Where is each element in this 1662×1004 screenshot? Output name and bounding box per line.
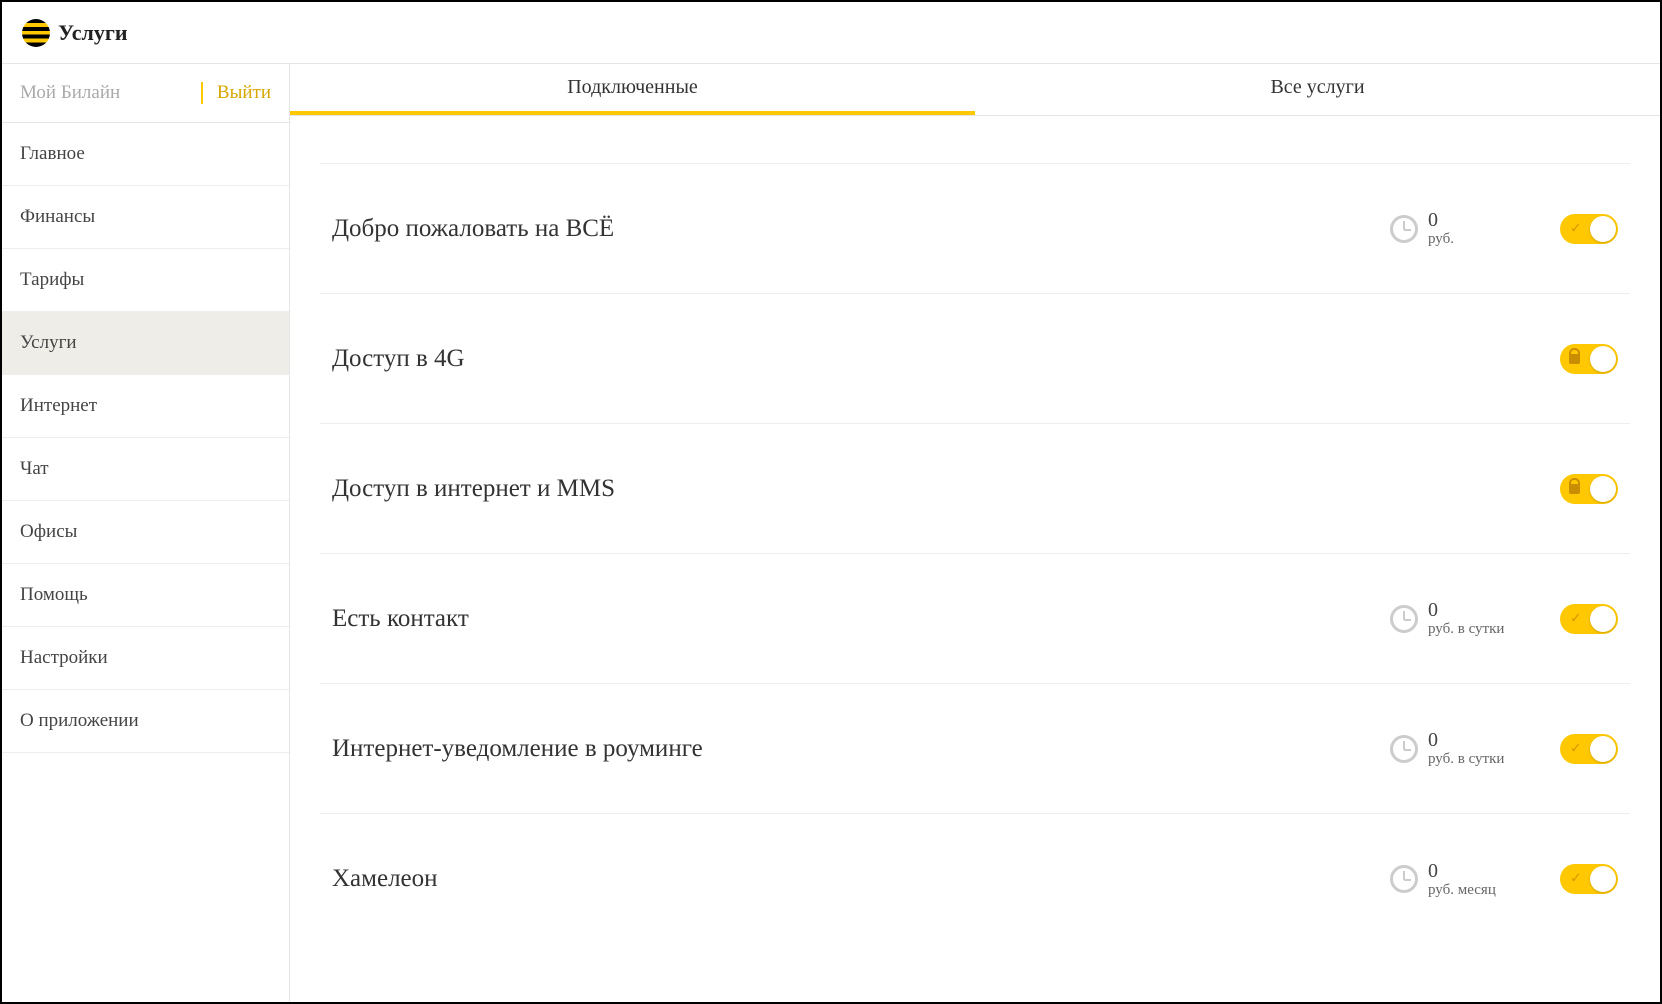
- tab-0[interactable]: Подключенные: [290, 64, 975, 115]
- app-header: Услуги: [2, 2, 1660, 64]
- service-row: Доступ в интернет и MMS: [320, 424, 1630, 554]
- price-block: 0руб. месяц: [1390, 860, 1510, 899]
- service-title[interactable]: Доступ в интернет и MMS: [332, 475, 1390, 503]
- clock-icon: [1390, 605, 1418, 633]
- service-row: Интернет-уведомление в роуминге0руб. в с…: [320, 684, 1630, 814]
- service-title[interactable]: Интернет-уведомление в роуминге: [332, 735, 1390, 763]
- check-icon: ✓: [1570, 220, 1582, 237]
- account-label: Мой Билайн: [20, 82, 120, 104]
- service-row: Доступ в 4G: [320, 294, 1630, 424]
- sidebar-item-9[interactable]: О приложении: [2, 690, 289, 753]
- sidebar-item-4[interactable]: Интернет: [2, 375, 289, 438]
- price-value: 0: [1428, 209, 1454, 231]
- service-row-partial: [320, 116, 1630, 164]
- price-unit: руб. в сутки: [1428, 621, 1504, 638]
- service-row: Хамелеон0руб. месяц✓: [320, 814, 1630, 944]
- clock-icon: [1390, 865, 1418, 893]
- sidebar-item-7[interactable]: Помощь: [2, 564, 289, 627]
- tab-1[interactable]: Все услуги: [975, 64, 1660, 115]
- service-title[interactable]: Есть контакт: [332, 605, 1390, 633]
- check-icon: ✓: [1570, 871, 1582, 888]
- sidebar-account-row: Мой Билайн Выйти: [2, 64, 289, 123]
- lock-icon: [1569, 484, 1580, 494]
- price-block: 0руб. в сутки: [1390, 599, 1510, 638]
- toggle-knob: [1590, 866, 1616, 892]
- service-title[interactable]: Хамелеон: [332, 865, 1390, 893]
- price-unit: руб. в сутки: [1428, 751, 1504, 768]
- service-toggle[interactable]: ✓: [1560, 864, 1618, 894]
- toggle-knob: [1590, 346, 1616, 372]
- services-list: Добро пожаловать на ВСЁ0руб.✓Доступ в 4G…: [290, 116, 1660, 1002]
- service-row: Есть контакт0руб. в сутки✓: [320, 554, 1630, 684]
- toggle-knob: [1590, 736, 1616, 762]
- service-toggle[interactable]: ✓: [1560, 734, 1618, 764]
- sidebar-item-6[interactable]: Офисы: [2, 501, 289, 564]
- toggle-knob: [1590, 606, 1616, 632]
- check-icon: ✓: [1570, 610, 1582, 627]
- service-toggle[interactable]: [1560, 474, 1618, 504]
- beeline-logo-icon: [22, 19, 50, 47]
- toggle-knob: [1590, 216, 1616, 242]
- price-unit: руб.: [1428, 231, 1454, 248]
- price-value: 0: [1428, 599, 1504, 621]
- price-block: 0руб.: [1390, 209, 1510, 248]
- page-title: Услуги: [58, 20, 128, 46]
- price-value: 0: [1428, 860, 1496, 882]
- service-toggle[interactable]: [1560, 344, 1618, 374]
- service-title[interactable]: Добро пожаловать на ВСЁ: [332, 215, 1390, 243]
- sidebar-item-2[interactable]: Тарифы: [2, 249, 289, 312]
- sidebar-item-0[interactable]: Главное: [2, 123, 289, 186]
- toggle-knob: [1590, 476, 1616, 502]
- price-unit: руб. месяц: [1428, 882, 1496, 899]
- sidebar-item-5[interactable]: Чат: [2, 438, 289, 501]
- clock-icon: [1390, 735, 1418, 763]
- price-block: 0руб. в сутки: [1390, 729, 1510, 768]
- service-toggle[interactable]: ✓: [1560, 604, 1618, 634]
- price-value: 0: [1428, 729, 1504, 751]
- logo: Услуги: [22, 19, 128, 47]
- service-row: Добро пожаловать на ВСЁ0руб.✓: [320, 164, 1630, 294]
- sidebar-item-3[interactable]: Услуги: [2, 312, 289, 375]
- service-toggle[interactable]: ✓: [1560, 214, 1618, 244]
- check-icon: ✓: [1570, 740, 1582, 757]
- service-title[interactable]: Доступ в 4G: [332, 345, 1390, 373]
- tabs-bar: ПодключенныеВсе услуги: [290, 64, 1660, 116]
- main-content: ПодключенныеВсе услуги Добро пожаловать …: [290, 64, 1660, 1002]
- sidebar-item-1[interactable]: Финансы: [2, 186, 289, 249]
- lock-icon: [1569, 354, 1580, 364]
- logout-button[interactable]: Выйти: [201, 82, 271, 104]
- sidebar: Мой Билайн Выйти ГлавноеФинансыТарифыУсл…: [2, 64, 290, 1002]
- sidebar-item-8[interactable]: Настройки: [2, 627, 289, 690]
- clock-icon: [1390, 215, 1418, 243]
